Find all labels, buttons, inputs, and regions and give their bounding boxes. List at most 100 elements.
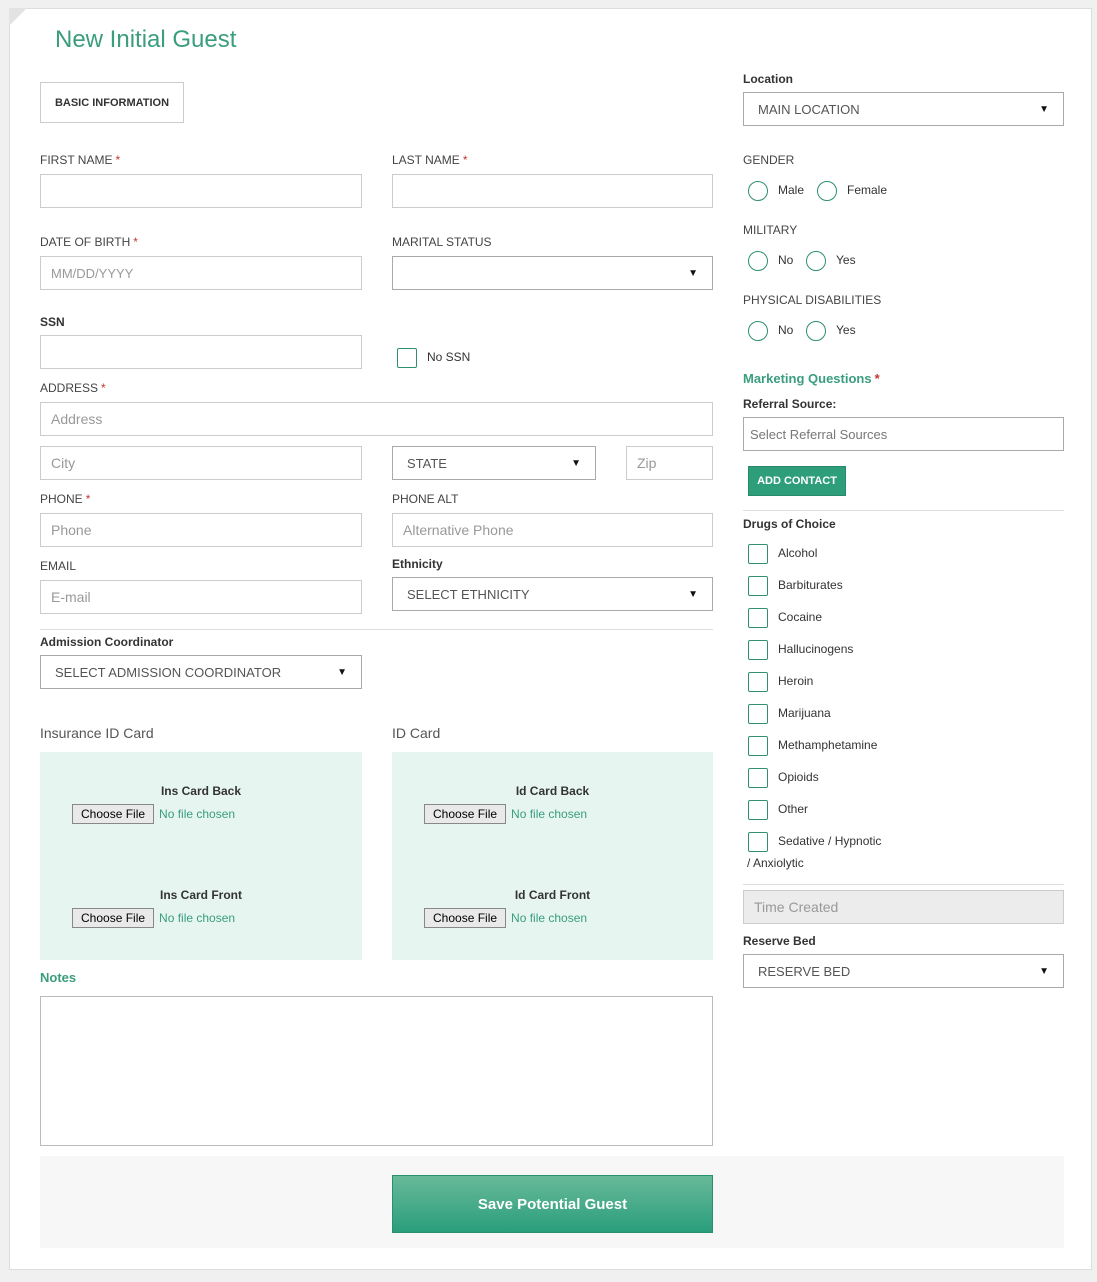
drugs-of-choice-label: Drugs of Choice — [743, 517, 836, 531]
gender-label: GENDER — [743, 153, 795, 167]
ins-card-back-label: Ins Card Back — [160, 784, 242, 798]
email-label: EMAIL — [40, 559, 77, 573]
no-ssn-label: No SSN — [427, 350, 471, 364]
first-name-input[interactable] — [40, 174, 362, 208]
phone-alt-input[interactable]: Alternative Phone — [392, 513, 713, 547]
time-created-input[interactable]: Time Created — [743, 890, 1064, 924]
zip-input[interactable]: Zip — [626, 446, 713, 480]
drug-methamphetamine-label: Methamphetamine — [778, 738, 878, 752]
page-title: New Initial Guest — [55, 26, 237, 53]
chevron-down-icon: ▼ — [571, 457, 581, 469]
physical-disabilities-label: PHYSICAL DISABILITIES — [743, 293, 882, 307]
phone-alt-label: PHONE ALT — [392, 492, 459, 506]
address-input[interactable]: Address — [40, 402, 713, 436]
ethnicity-label: Ethnicity — [392, 557, 443, 571]
gender-female-radio[interactable] — [817, 181, 837, 201]
drug-hallucinogens-label: Hallucinogens — [778, 642, 854, 656]
divider — [743, 510, 1064, 511]
military-yes-label: Yes — [836, 253, 856, 267]
city-input[interactable]: City — [40, 446, 362, 480]
ins-card-back-file: Choose File No file chosen — [72, 804, 235, 824]
drug-alcohol-label: Alcohol — [778, 546, 818, 560]
divider — [40, 629, 713, 630]
file-status: No file chosen — [159, 807, 236, 821]
physical-no-radio[interactable] — [748, 321, 768, 341]
admission-coordinator-select[interactable]: SELECT ADMISSION COORDINATOR ▼ — [40, 655, 362, 689]
drug-marijuana-label: Marijuana — [778, 706, 831, 720]
gender-male-radio[interactable] — [748, 181, 768, 201]
drug-sedative-hypnotic-checkbox[interactable] — [748, 832, 768, 852]
file-status: No file chosen — [511, 807, 588, 821]
tab-basic-information[interactable]: BASIC INFORMATION — [40, 82, 184, 123]
physical-no-label: No — [778, 323, 794, 337]
drug-cocaine-checkbox[interactable] — [748, 608, 768, 628]
physical-yes-label: Yes — [836, 323, 856, 337]
drug-sedative-wrap-label: / Anxiolytic — [747, 856, 804, 870]
military-yes-radio[interactable] — [806, 251, 826, 271]
gender-female-label: Female — [847, 183, 888, 197]
military-no-radio[interactable] — [748, 251, 768, 271]
military-label: MILITARY — [743, 223, 798, 237]
file-status: No file chosen — [159, 911, 236, 925]
marketing-questions-label: Marketing Questions * — [743, 371, 880, 386]
notes-label: Notes — [40, 970, 77, 985]
phone-label: PHONE * — [40, 492, 91, 506]
physical-yes-radio[interactable] — [806, 321, 826, 341]
divider — [743, 884, 1064, 885]
id-card-back-label: Id Card Back — [515, 784, 590, 798]
drug-marijuana-checkbox[interactable] — [748, 704, 768, 724]
choose-file-button[interactable]: Choose File — [72, 908, 155, 928]
drug-opioids-label: Opioids — [778, 770, 819, 784]
dob-input[interactable]: MM/DD/YYYY — [40, 256, 362, 290]
ins-card-front-label: Ins Card Front — [159, 888, 242, 902]
choose-file-button[interactable]: Choose File — [72, 804, 155, 824]
id-card-title: ID Card — [392, 725, 441, 741]
state-select[interactable]: STATE ▼ — [392, 446, 596, 480]
insurance-id-card-title: Insurance ID Card — [40, 725, 154, 741]
ssn-input[interactable] — [40, 335, 362, 369]
admission-coordinator-label: Admission Coordinator — [40, 635, 174, 649]
marital-status-label: MARITAL STATUS — [392, 235, 492, 249]
reserve-bed-label: Reserve Bed — [743, 934, 816, 948]
chevron-down-icon: ▼ — [1039, 965, 1049, 977]
choose-file-button[interactable]: Choose File — [424, 908, 507, 928]
ssn-label: SSN — [40, 315, 65, 329]
location-select[interactable]: MAIN LOCATION ▼ — [743, 92, 1064, 126]
drug-opioids-checkbox[interactable] — [748, 768, 768, 788]
drug-heroin-checkbox[interactable] — [748, 672, 768, 692]
address-label: ADDRESS * — [40, 381, 106, 395]
referral-source-label: Referral Source: — [743, 397, 837, 411]
file-status: No file chosen — [511, 911, 588, 925]
location-label: Location — [743, 72, 793, 86]
email-input[interactable]: E-mail — [40, 580, 362, 614]
id-card-front-label: Id Card Front — [514, 888, 591, 902]
no-ssn-checkbox[interactable] — [397, 348, 417, 368]
panel-corner-fold — [9, 8, 27, 26]
marital-status-select[interactable]: ▼ — [392, 256, 713, 290]
gender-male-label: Male — [778, 183, 805, 197]
last-name-input[interactable] — [392, 174, 713, 208]
drug-barbiturates-label: Barbiturates — [778, 578, 843, 592]
drug-barbiturates-checkbox[interactable] — [748, 576, 768, 596]
save-potential-guest-button[interactable]: Save Potential Guest — [392, 1175, 713, 1233]
drug-hallucinogens-checkbox[interactable] — [748, 640, 768, 660]
chevron-down-icon: ▼ — [688, 267, 698, 279]
add-contact-button[interactable]: ADD CONTACT — [748, 466, 846, 496]
last-name-label: LAST NAME * — [392, 153, 468, 167]
chevron-down-icon: ▼ — [1039, 103, 1049, 115]
drug-other-checkbox[interactable] — [748, 800, 768, 820]
phone-input[interactable]: Phone — [40, 513, 362, 547]
notes-textarea[interactable] — [40, 996, 713, 1146]
drug-alcohol-checkbox[interactable] — [748, 544, 768, 564]
dob-label: DATE OF BIRTH * — [40, 235, 138, 249]
ethnicity-select[interactable]: SELECT ETHNICITY ▼ — [392, 577, 713, 611]
drug-sedative-hypnotic-label: Sedative / Hypnotic — [778, 834, 882, 848]
drug-cocaine-label: Cocaine — [778, 610, 823, 624]
choose-file-button[interactable]: Choose File — [424, 804, 507, 824]
referral-source-input[interactable]: Select Referral Sources — [743, 417, 1064, 451]
ins-card-front-file: Choose File No file chosen — [72, 908, 235, 928]
reserve-bed-select[interactable]: RESERVE BED ▼ — [743, 954, 1064, 988]
military-no-label: No — [778, 253, 794, 267]
first-name-label: FIRST NAME * — [40, 153, 121, 167]
drug-methamphetamine-checkbox[interactable] — [748, 736, 768, 756]
